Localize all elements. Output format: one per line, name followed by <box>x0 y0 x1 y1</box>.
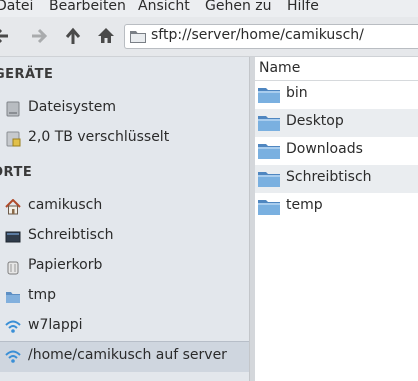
encrypted-disk-icon <box>6 131 21 147</box>
menu-hilfe[interactable]: Hilfe <box>287 0 319 14</box>
home-icon <box>5 199 21 215</box>
folder-icon <box>258 88 280 103</box>
menu-datei[interactable]: Datei <box>0 0 33 14</box>
menubar: Datei Bearbeiten Ansicht Gehen zu Hilfe <box>0 0 418 17</box>
file-row-desktop[interactable]: Desktop <box>255 109 418 137</box>
column-header-label: Name <box>259 60 301 76</box>
sidebar-item-label: Dateisystem <box>28 99 116 115</box>
file-name: bin <box>286 85 308 101</box>
up-arrow-icon <box>65 27 81 44</box>
home-icon <box>98 28 114 43</box>
file-row-schreibtisch[interactable]: Schreibtisch <box>255 165 418 193</box>
network-icon <box>5 350 21 363</box>
sidebar: GERÄTE Dateisystem 2,0 TB verschlüsselt … <box>0 57 249 381</box>
sidebar-item-schreibtisch[interactable]: Schreibtisch <box>0 222 249 252</box>
sidebar-item-label: /home/camikusch auf server <box>28 347 227 363</box>
back-button[interactable] <box>0 25 12 47</box>
folder-icon <box>258 172 280 187</box>
folder-icon <box>258 144 280 159</box>
network-icon <box>5 320 21 333</box>
location-bar[interactable]: sftp://server/home/camikusch/ <box>124 24 418 49</box>
folder-icon <box>258 116 280 131</box>
file-row-downloads[interactable]: Downloads <box>255 137 418 165</box>
forward-button[interactable] <box>28 25 50 47</box>
column-header-name[interactable]: Name <box>255 57 418 81</box>
file-row-temp[interactable]: temp <box>255 193 418 221</box>
back-arrow-icon <box>0 29 8 43</box>
sidebar-item-label: tmp <box>28 287 57 303</box>
menu-gehen-zu[interactable]: Gehen zu <box>205 0 272 14</box>
menu-bearbeiten[interactable]: Bearbeiten <box>49 0 126 14</box>
file-name: Downloads <box>286 141 363 157</box>
file-list: Name bin Desktop Downloads Schreibtisch … <box>255 57 418 381</box>
sidebar-item-tmp[interactable]: tmp <box>0 282 249 312</box>
up-button[interactable] <box>62 25 84 47</box>
sidebar-item-dateisystem[interactable]: Dateisystem <box>0 94 249 124</box>
file-name: Desktop <box>286 113 344 129</box>
harddisk-icon <box>6 101 20 117</box>
menu-ansicht[interactable]: Ansicht <box>138 0 190 14</box>
file-row-bin[interactable]: bin <box>255 81 418 109</box>
file-name: Schreibtisch <box>286 169 372 185</box>
trash-icon <box>7 261 19 275</box>
folder-icon <box>130 31 146 43</box>
sidebar-item-papierkorb[interactable]: Papierkorb <box>0 252 249 282</box>
sidebar-item-label: 2,0 TB verschlüsselt <box>28 129 170 145</box>
sidebar-item-verschluesselt[interactable]: 2,0 TB verschlüsselt <box>0 124 249 154</box>
section-header-geraete: GERÄTE <box>0 67 54 82</box>
forward-arrow-icon <box>32 28 48 44</box>
sidebar-item-camikusch[interactable]: camikusch <box>0 192 249 222</box>
desktop-icon <box>5 231 21 243</box>
sidebar-item-label: w7lappi <box>28 317 83 333</box>
folder-icon <box>6 292 20 303</box>
home-button[interactable] <box>95 25 117 47</box>
location-path: sftp://server/home/camikusch/ <box>151 27 364 43</box>
section-header-orte: ORTE <box>0 165 33 180</box>
sidebar-item-label: camikusch <box>28 197 103 213</box>
folder-icon <box>258 200 280 215</box>
sidebar-item-label: Papierkorb <box>28 257 103 273</box>
sidebar-item-w7lappi[interactable]: w7lappi <box>0 312 249 342</box>
sidebar-item-label: Schreibtisch <box>28 227 114 243</box>
sidebar-item-server-mount[interactable]: /home/camikusch auf server <box>0 341 249 372</box>
file-name: temp <box>286 197 323 213</box>
